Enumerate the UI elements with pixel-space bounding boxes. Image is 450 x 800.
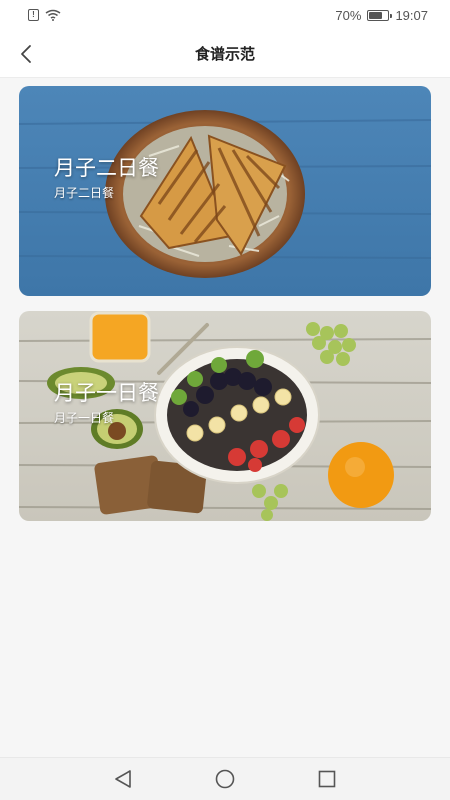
battery-fill (369, 11, 383, 19)
system-nav-bar (0, 757, 450, 800)
status-bar: ! 70% 19:07 (0, 0, 450, 30)
recipe-subtitle: 月子一日餐 (54, 411, 115, 425)
home-circle-icon (215, 769, 235, 789)
chevron-left-icon (21, 45, 31, 63)
nav-back-button[interactable] (111, 767, 135, 791)
nav-recents-button[interactable] (315, 767, 339, 791)
recipe-title: 月子二日餐 (54, 156, 159, 180)
wifi-icon (45, 9, 61, 21)
header: 食谱示范 (0, 30, 450, 78)
nav-home-button[interactable] (213, 767, 237, 791)
battery-percent: 70% (335, 7, 362, 23)
recents-square-icon (318, 770, 336, 788)
recipe-card[interactable]: 月子一日餐 月子一日餐 (19, 311, 431, 521)
back-triangle-icon (115, 770, 131, 788)
clock: 19:07 (395, 7, 428, 23)
back-button[interactable] (10, 38, 42, 70)
recipe-title: 月子一日餐 (54, 381, 159, 405)
status-left: ! (28, 9, 61, 21)
recipe-card[interactable]: 月子二日餐 月子二日餐 (19, 86, 431, 296)
battery-icon (367, 9, 393, 21)
status-right: 70% 19:07 (335, 8, 428, 23)
sim-icon: ! (28, 9, 39, 21)
page-title: 食谱示范 (194, 45, 255, 63)
recipe-subtitle: 月子二日餐 (54, 186, 115, 200)
